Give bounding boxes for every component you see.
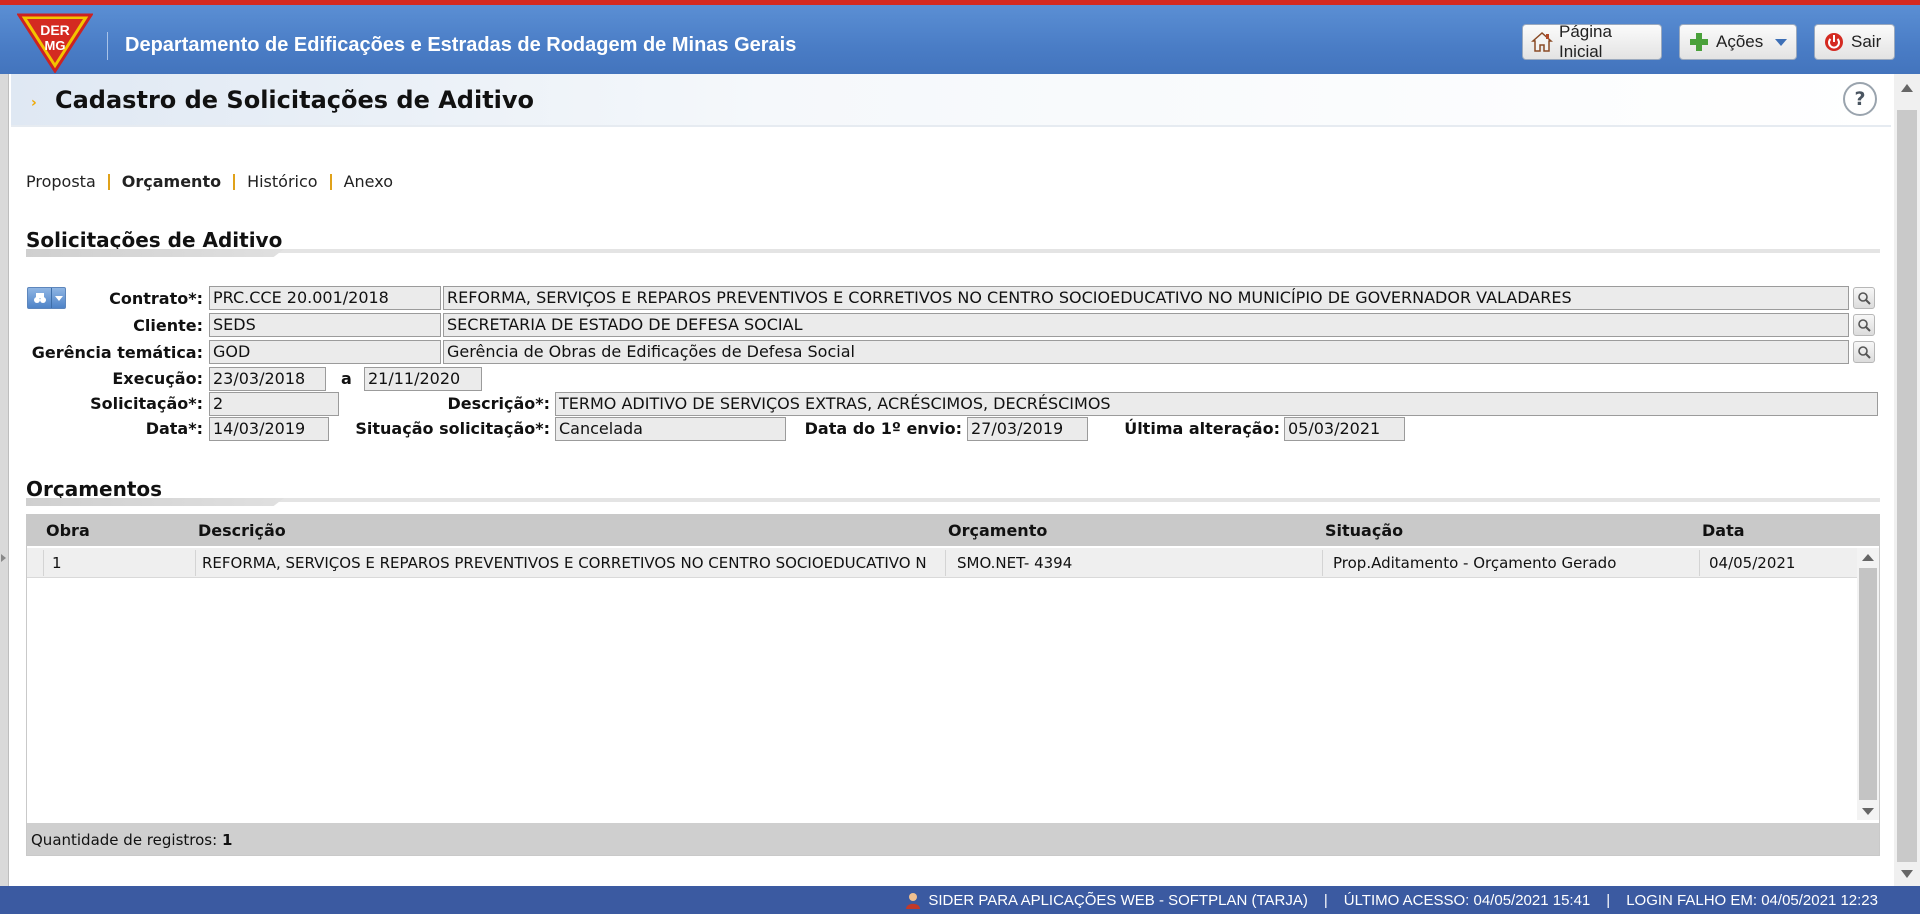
app-title: Departamento de Edificações e Estradas d… bbox=[125, 34, 797, 56]
primeiro-envio-field[interactable]: 27/03/2019 bbox=[967, 417, 1088, 441]
actions-dropdown-button[interactable]: Ações bbox=[1679, 24, 1797, 60]
grid-scrollbar[interactable] bbox=[1857, 548, 1879, 820]
page-title: Cadastro de Solicitações de Aditivo bbox=[55, 86, 535, 114]
descricao-field[interactable]: TERMO ADITIVO DE SERVIÇOS EXTRAS, ACRÉSC… bbox=[555, 392, 1878, 416]
data-field[interactable]: 14/03/2019 bbox=[209, 417, 329, 441]
execucao-range-separator: a bbox=[341, 369, 352, 388]
cliente-label: Cliente: bbox=[133, 316, 203, 335]
scrollbar-thumb[interactable] bbox=[1859, 568, 1877, 800]
gerencia-search-button[interactable] bbox=[1853, 341, 1875, 363]
column-header-orcamento[interactable]: Orçamento bbox=[948, 521, 1047, 540]
plus-icon bbox=[1688, 31, 1710, 53]
descricao-label: Descrição*: bbox=[447, 394, 550, 413]
home-button[interactable]: Página Inicial bbox=[1522, 22, 1662, 61]
contrato-search-button[interactable] bbox=[1853, 287, 1875, 309]
section-divider bbox=[26, 498, 1880, 506]
cliente-search-button[interactable] bbox=[1853, 314, 1875, 336]
tab-orcamento[interactable]: Orçamento bbox=[122, 172, 221, 191]
scrollbar-thumb[interactable] bbox=[1897, 110, 1917, 862]
gerencia-label: Gerência temática: bbox=[31, 343, 203, 362]
home-button-label: Página Inicial bbox=[1559, 22, 1612, 61]
binoculars-icon bbox=[28, 288, 52, 308]
tab-divider bbox=[233, 173, 236, 190]
status-footer: SIDER PARA APLICAÇÕES WEB - SOFTPLAN (TA… bbox=[0, 886, 1920, 914]
help-button[interactable]: ? bbox=[1843, 82, 1877, 116]
grid-footer: Quantidade de registros: 1 bbox=[27, 823, 1879, 855]
power-icon bbox=[1823, 31, 1845, 53]
contrato-description-field[interactable]: REFORMA, SERVIÇOS E REPAROS PREVENTIVOS … bbox=[443, 286, 1849, 310]
cell-obra: 1 bbox=[52, 554, 62, 572]
column-header-data[interactable]: Data bbox=[1702, 521, 1745, 540]
search-icon bbox=[1858, 346, 1871, 359]
execucao-label: Execução: bbox=[112, 369, 203, 388]
cliente-code-field[interactable]: SEDS bbox=[209, 313, 441, 337]
record-options-button[interactable] bbox=[27, 287, 66, 309]
column-header-situacao[interactable]: Situação bbox=[1325, 521, 1403, 540]
scroll-down-icon[interactable] bbox=[1901, 870, 1913, 878]
svg-text:DER: DER bbox=[40, 22, 70, 38]
data-label: Data*: bbox=[145, 419, 203, 438]
expand-arrow-icon[interactable] bbox=[1, 554, 6, 562]
last-access: ÚLTIMO ACESSO: 04/05/2021 15:41 bbox=[1343, 891, 1591, 909]
scroll-up-icon[interactable] bbox=[1862, 554, 1874, 561]
search-icon bbox=[1858, 292, 1871, 305]
tab-anexo[interactable]: Anexo bbox=[344, 172, 393, 191]
header-divider bbox=[107, 32, 108, 60]
cell-orcamento: SMO.NET- 4394 bbox=[957, 554, 1073, 572]
contrato-label: Contrato*: bbox=[109, 289, 203, 308]
column-header-descricao[interactable]: Descrição bbox=[198, 521, 286, 540]
left-panel-splitter[interactable] bbox=[0, 74, 9, 886]
situacao-solicitacao-field[interactable]: Cancelada bbox=[555, 417, 786, 441]
tab-divider bbox=[329, 173, 332, 190]
cell-descricao: REFORMA, SERVIÇOS E REPAROS PREVENTIVOS … bbox=[202, 554, 927, 572]
system-name: SIDER PARA APLICAÇÕES WEB - SOFTPLAN (TA… bbox=[928, 891, 1308, 909]
tab-historico[interactable]: Histórico bbox=[247, 172, 317, 191]
chevron-down-icon bbox=[52, 288, 65, 308]
user-icon bbox=[904, 891, 922, 909]
solicitacao-label: Solicitação*: bbox=[90, 394, 203, 413]
scroll-down-icon[interactable] bbox=[1862, 808, 1874, 815]
app-header: DER MG Departamento de Edificações e Est… bbox=[0, 5, 1920, 74]
section-divider bbox=[26, 249, 1880, 257]
primeiro-envio-label: Data do 1º envio: bbox=[804, 419, 962, 438]
record-count-value: 1 bbox=[221, 831, 233, 849]
search-icon bbox=[1858, 319, 1871, 332]
chevron-down-icon bbox=[1775, 32, 1788, 52]
svg-text:MG: MG bbox=[45, 38, 66, 53]
cell-data: 04/05/2021 bbox=[1709, 554, 1796, 572]
actions-button-label: Ações bbox=[1716, 32, 1764, 51]
contrato-code-field[interactable]: PRC.CCE 20.001/2018 bbox=[209, 286, 441, 310]
gerencia-description-field[interactable]: Gerência de Obras de Edificações de Defe… bbox=[443, 340, 1849, 364]
tab-proposta[interactable]: Proposta bbox=[26, 172, 96, 191]
der-mg-logo[interactable]: DER MG bbox=[16, 13, 94, 74]
failed-login: LOGIN FALHO EM: 04/05/2021 12:23 bbox=[1626, 891, 1878, 909]
execucao-end-field[interactable]: 21/11/2020 bbox=[364, 367, 482, 391]
record-count-label: Quantidade de registros: bbox=[31, 831, 218, 849]
column-header-obra[interactable]: Obra bbox=[46, 521, 90, 540]
ultima-alteracao-label: Última alteração: bbox=[1124, 419, 1280, 438]
cell-situacao: Prop.Aditamento - Orçamento Gerado bbox=[1333, 554, 1617, 572]
situacao-solicitacao-label: Situação solicitação*: bbox=[355, 419, 550, 438]
orcamentos-grid: Obra Descrição Orçamento Situação Data 1… bbox=[26, 514, 1880, 856]
tab-divider bbox=[107, 173, 110, 190]
gerencia-code-field[interactable]: GOD bbox=[209, 340, 441, 364]
ultima-alteracao-field[interactable]: 05/03/2021 bbox=[1284, 417, 1405, 441]
footer-divider: | bbox=[1323, 891, 1328, 909]
page-title-bar: › Cadastro de Solicitações de Aditivo ? bbox=[11, 74, 1891, 127]
table-row[interactable]: 1 REFORMA, SERVIÇOS E REPAROS PREVENTIVO… bbox=[27, 548, 1857, 578]
scroll-up-icon[interactable] bbox=[1901, 84, 1913, 92]
exit-button-label: Sair bbox=[1851, 32, 1882, 51]
cliente-description-field[interactable]: SECRETARIA DE ESTADO DE DEFESA SOCIAL bbox=[443, 313, 1849, 337]
solicitacao-field[interactable]: 2 bbox=[209, 392, 339, 416]
footer-divider: | bbox=[1606, 891, 1611, 909]
grid-header: Obra Descrição Orçamento Situação Data bbox=[27, 515, 1879, 546]
title-chevron-icon: › bbox=[31, 95, 37, 111]
execucao-start-field[interactable]: 23/03/2018 bbox=[209, 367, 326, 391]
exit-button[interactable]: Sair bbox=[1814, 24, 1895, 60]
page-scrollbar[interactable] bbox=[1894, 74, 1920, 886]
tab-bar: Proposta Orçamento Histórico Anexo bbox=[26, 172, 393, 191]
home-icon bbox=[1531, 31, 1553, 53]
